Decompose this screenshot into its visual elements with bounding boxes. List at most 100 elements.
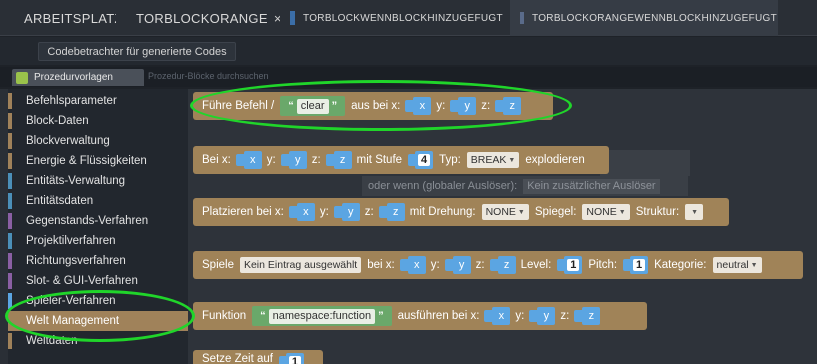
tab-procedure-templates[interactable]: Prozedurvorlagen bbox=[12, 69, 144, 86]
sidebar-item-slot-gui-verfahren[interactable]: Slot- & GUI-Verfahren bbox=[8, 271, 188, 291]
sidebar-item-gegenstands-verfahren[interactable]: Gegenstands-Verfahren bbox=[8, 211, 188, 231]
x-variable[interactable]: x bbox=[492, 307, 511, 325]
level-value[interactable]: 1 bbox=[567, 259, 580, 271]
tab-label: Prozedurvorlagen bbox=[34, 72, 113, 83]
dropdown-value: Kein Eintrag ausgewählt bbox=[243, 259, 358, 271]
sidebar-item-energie[interactable]: Energie & Flüssigkeiten bbox=[8, 151, 188, 171]
time-slot[interactable]: 1 bbox=[278, 353, 304, 364]
y-variable[interactable]: y bbox=[452, 256, 471, 274]
tab-torblockwennblockhinzugefugt[interactable]: TORBLOCKWENNBLOCKHINZUGEFUGT × bbox=[286, 0, 504, 36]
block-label: Funktion bbox=[202, 310, 247, 322]
y-slot[interactable]: y bbox=[333, 202, 360, 222]
block-label: Platzieren bei x: bbox=[202, 206, 284, 218]
y-slot[interactable]: y bbox=[529, 306, 556, 326]
z-variable[interactable]: z bbox=[497, 256, 516, 274]
z-slot[interactable]: z bbox=[325, 150, 352, 170]
run-function-block[interactable]: Funktion “ namespace:function ” ausführe… bbox=[193, 302, 647, 330]
category-color bbox=[8, 153, 12, 169]
x-variable[interactable]: x bbox=[243, 151, 262, 169]
structure-dropdown[interactable]: ▼ bbox=[685, 204, 704, 220]
tab-workspace[interactable]: ARBEITSPLATZ bbox=[20, 0, 116, 36]
block-label: Typ: bbox=[439, 154, 461, 166]
string-block[interactable]: “ namespace:function ” bbox=[252, 306, 392, 326]
sidebar-item-label: Richtungsverfahren bbox=[26, 255, 126, 267]
x-variable[interactable]: x bbox=[407, 256, 426, 274]
sidebar-item-blockverwaltung[interactable]: Blockverwaltung bbox=[8, 131, 188, 151]
highlight-ellipse-command bbox=[190, 80, 572, 131]
tab-torblockorange[interactable]: TORBLOCKORANGE × bbox=[122, 0, 280, 36]
ghost-block bbox=[600, 150, 690, 176]
sidebar-item-befehlsparameter[interactable]: Befehlsparameter bbox=[8, 91, 188, 111]
x-slot[interactable]: x bbox=[235, 150, 262, 170]
z-variable[interactable]: z bbox=[386, 203, 405, 221]
block-label: z: bbox=[364, 206, 374, 218]
sidebar-item-label: Befehlsparameter bbox=[26, 95, 117, 107]
explosion-block[interactable]: Bei x: x y: y z: z mit Stufe 4 Typ: BREA… bbox=[193, 146, 609, 174]
power-value[interactable]: 4 bbox=[418, 154, 431, 166]
tab-label: TORBLOCKORANGE bbox=[136, 10, 268, 26]
category-color bbox=[8, 173, 12, 189]
block-label: y: bbox=[430, 259, 440, 271]
y-variable[interactable]: y bbox=[537, 307, 556, 325]
x-slot[interactable]: x bbox=[288, 202, 315, 222]
time-value[interactable]: 1 bbox=[288, 356, 302, 364]
z-slot[interactable]: z bbox=[574, 306, 601, 326]
z-variable[interactable]: z bbox=[333, 151, 352, 169]
code-viewer-label: Codebetrachter für generierte Codes bbox=[47, 45, 227, 58]
category-color bbox=[8, 193, 12, 209]
sidebar-item-label: Entitätsdaten bbox=[26, 195, 94, 207]
sidebar-item-label: Energie & Flüssigkeiten bbox=[26, 155, 147, 167]
y-slot[interactable]: y bbox=[280, 150, 307, 170]
sound-dropdown[interactable]: Kein Eintrag ausgewählt bbox=[239, 257, 362, 273]
sidebar-item-entitaetsdaten[interactable]: Entitätsdaten bbox=[8, 191, 188, 211]
code-viewer-button[interactable]: Codebetrachter für generierte Codes bbox=[38, 42, 236, 61]
block-label: Spiegel: bbox=[534, 206, 577, 218]
block-label: Spiele bbox=[202, 259, 234, 271]
block-label: mit Drehung: bbox=[409, 206, 476, 218]
z-slot[interactable]: z bbox=[489, 255, 516, 275]
category-dropdown[interactable]: neutral ▼ bbox=[712, 257, 762, 273]
y-variable[interactable]: y bbox=[341, 203, 360, 221]
sidebar-item-label: Gegenstands-Verfahren bbox=[26, 215, 149, 227]
sidebar-item-projektilverfahren[interactable]: Projektilverfahren bbox=[8, 231, 188, 251]
quote-open-icon: “ bbox=[260, 310, 266, 322]
tab-torblockorangewennblockhinzugefugt[interactable]: TORBLOCKORANGEWENNBLOCKHINZUGEFUGT × bbox=[510, 0, 778, 36]
close-icon[interactable]: × bbox=[274, 11, 280, 26]
play-sound-block[interactable]: Spiele Kein Eintrag ausgewählt bei x: x … bbox=[193, 251, 803, 279]
x-slot[interactable]: x bbox=[399, 255, 426, 275]
category-color bbox=[8, 233, 12, 249]
sidebar-item-label: Slot- & GUI-Verfahren bbox=[26, 275, 138, 287]
block-label: ausführen bei x: bbox=[397, 310, 480, 322]
mirror-dropdown[interactable]: NONE ▼ bbox=[582, 204, 630, 220]
procedure-icon bbox=[16, 71, 28, 84]
string-field[interactable]: namespace:function bbox=[268, 308, 376, 324]
sidebar-item-block-daten[interactable]: Block-Daten bbox=[8, 111, 188, 131]
pitch-value[interactable]: 1 bbox=[633, 259, 646, 271]
block-label: y: bbox=[319, 206, 329, 218]
y-variable[interactable]: y bbox=[288, 151, 307, 169]
z-slot[interactable]: z bbox=[378, 202, 405, 222]
explosion-type-dropdown[interactable]: BREAK ▼ bbox=[466, 152, 520, 168]
dropdown-arrow-icon: ▼ bbox=[508, 156, 516, 164]
document-icon bbox=[520, 12, 524, 24]
block-label: bei x: bbox=[367, 259, 395, 271]
rotation-dropdown[interactable]: NONE ▼ bbox=[481, 204, 529, 220]
sidebar-item-richtungsverfahren[interactable]: Richtungsverfahren bbox=[8, 251, 188, 271]
x-slot[interactable]: x bbox=[484, 306, 511, 326]
place-structure-block[interactable]: Platzieren bei x: x y: y z: z mit Drehun… bbox=[193, 198, 729, 226]
set-time-block[interactable]: Setze Zeit auf 1 bbox=[193, 350, 323, 364]
x-variable[interactable]: x bbox=[296, 203, 315, 221]
ghost-trigger-row: oder wenn (globaler Auslöser): Kein zusä… bbox=[362, 176, 688, 196]
sidebar-item-label: Block-Daten bbox=[26, 115, 89, 127]
block-label: Bei x: bbox=[202, 154, 231, 166]
power-slot[interactable]: 4 bbox=[408, 151, 434, 169]
sidebar-item-entitaets-verwaltung[interactable]: Entitäts-Verwaltung bbox=[8, 171, 188, 191]
pitch-slot[interactable]: 1 bbox=[623, 256, 649, 274]
dropdown-arrow-icon: ▼ bbox=[517, 208, 525, 216]
tab-search-procedure-blocks[interactable]: Prozedur-Blöcke durchsuchen bbox=[148, 71, 269, 81]
z-variable[interactable]: z bbox=[582, 307, 601, 325]
y-slot[interactable]: y bbox=[444, 255, 471, 275]
block-label: Pitch: bbox=[588, 259, 618, 271]
level-slot[interactable]: 1 bbox=[557, 256, 583, 274]
category-color bbox=[8, 273, 12, 289]
